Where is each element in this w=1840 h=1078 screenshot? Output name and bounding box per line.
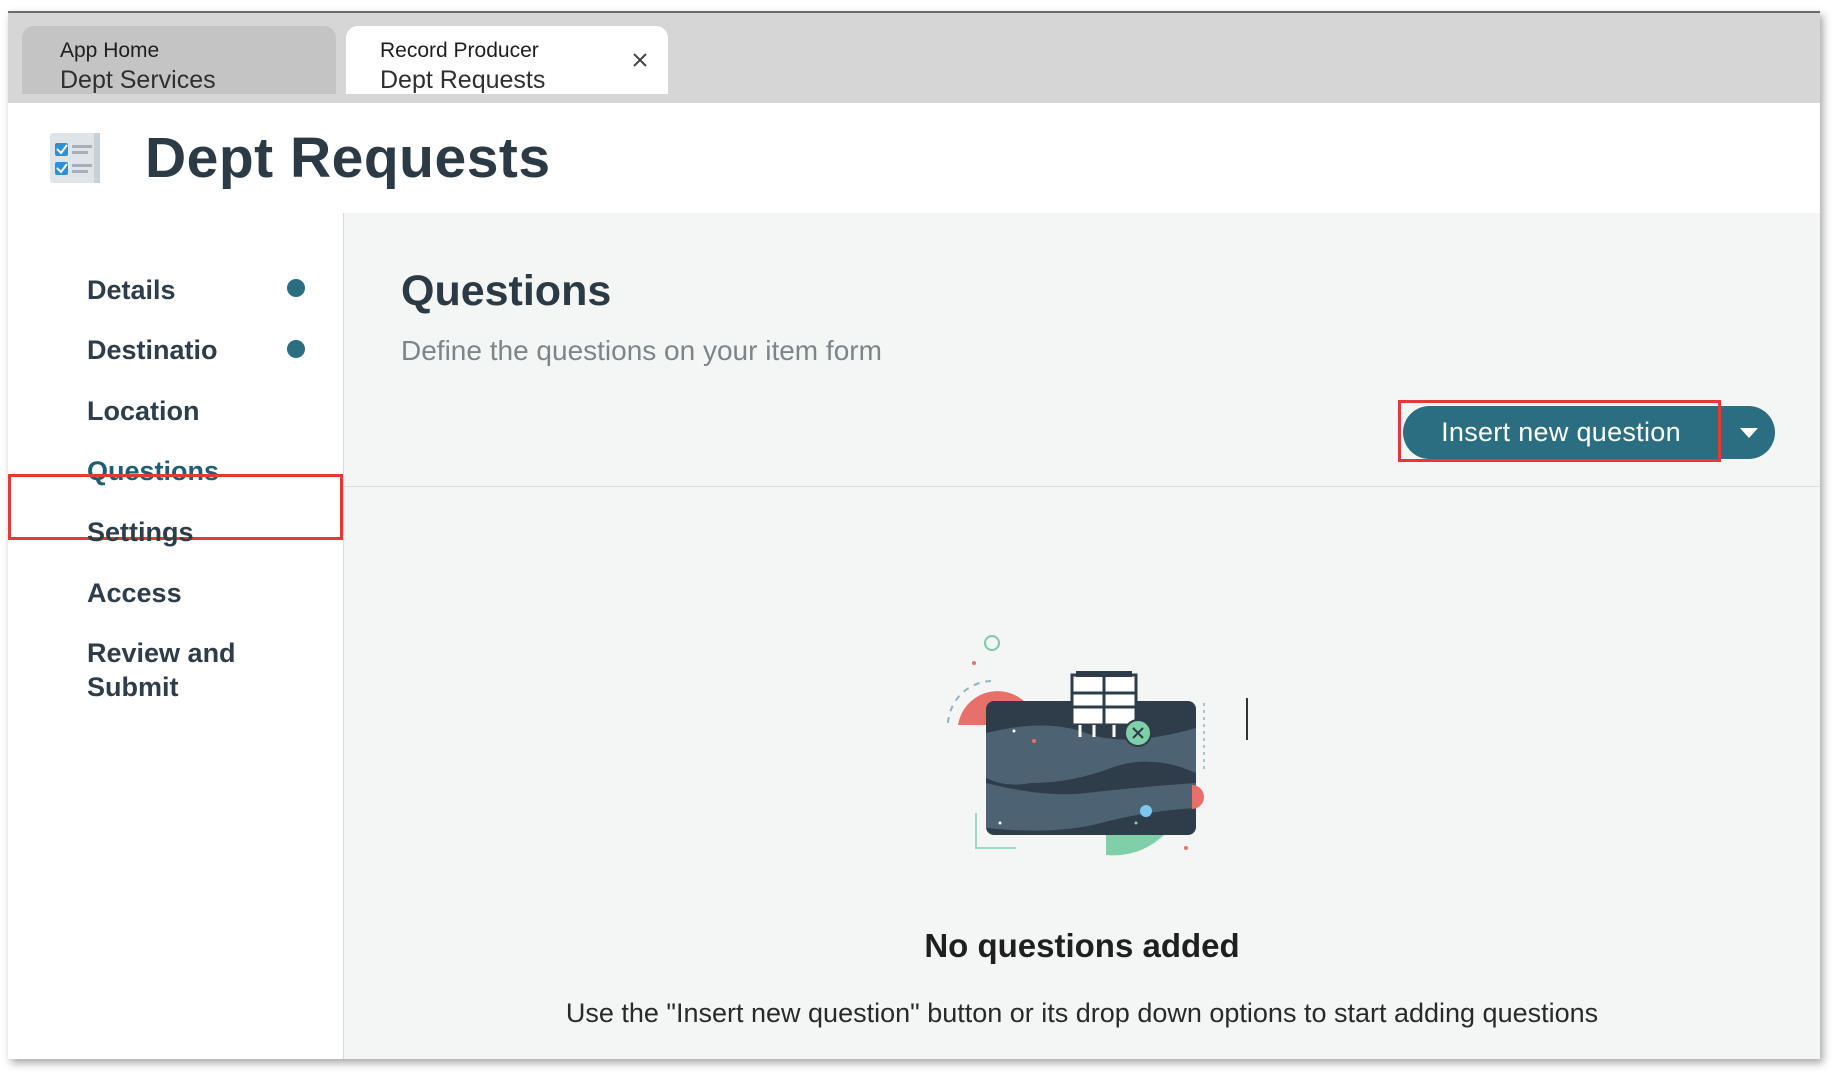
insert-options-dropdown-button[interactable] (1721, 406, 1775, 459)
status-dot (287, 340, 305, 358)
divider (344, 486, 1820, 487)
tab-bar: App Home Dept Services Record Producer D… (8, 13, 1820, 103)
text-cursor (1246, 698, 1248, 740)
sidebar-nav: Details Destinatio Location Questions Se… (8, 213, 344, 1059)
empty-state-description: Use the "Insert new question" button or … (565, 998, 1599, 1028)
close-icon[interactable] (626, 46, 654, 74)
button-highlight (1398, 400, 1721, 462)
sidebar-item-settings[interactable]: Settings (87, 515, 194, 549)
empty-state-title: No questions added (924, 927, 1240, 964)
app-window: App Home Dept Services Record Producer D… (8, 11, 1820, 1059)
main-panel: Questions Define the questions on your i… (344, 213, 1820, 1059)
empty-canvas-illustration (936, 633, 1216, 893)
close-icon-glyph (633, 53, 647, 67)
sidebar-item-location[interactable]: Location (87, 394, 200, 428)
tab-sublabel: Dept Requests (380, 66, 546, 94)
checklist-icon (48, 131, 106, 187)
caret-down-icon (1740, 428, 1758, 438)
tab-label: Record Producer (380, 39, 539, 62)
tab-app-home[interactable]: App Home Dept Services (22, 26, 336, 94)
page-header: Dept Requests (8, 103, 1820, 213)
sidebar-item-destination[interactable]: Destinatio (87, 333, 218, 367)
tab-record-producer[interactable]: Record Producer Dept Requests (346, 26, 668, 94)
sidebar-item-details[interactable]: Details (87, 273, 176, 307)
page-title: Dept Requests (145, 126, 551, 190)
section-title: Questions (401, 267, 612, 315)
sidebar-item-access[interactable]: Access (87, 576, 182, 610)
tab-sublabel: Dept Services (60, 66, 216, 94)
tab-label: App Home (60, 39, 160, 62)
section-subtitle: Define the questions on your item form (401, 335, 882, 366)
status-dot (287, 279, 305, 297)
sidebar-item-review-and-submit[interactable]: Review and Submit (87, 636, 257, 704)
